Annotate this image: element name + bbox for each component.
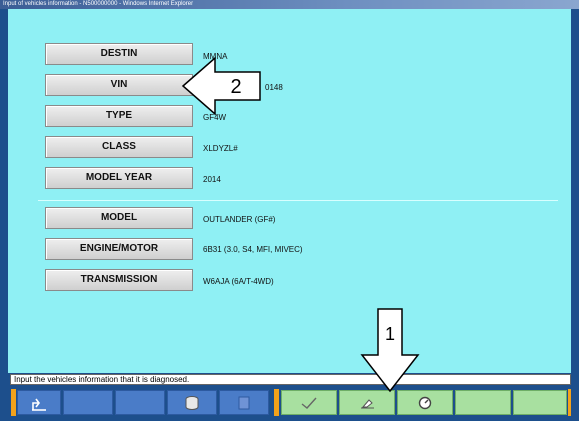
type-button[interactable]: TYPE — [45, 105, 193, 127]
toolbar-blank-2[interactable] — [115, 390, 165, 415]
vin-button[interactable]: VIN — [45, 74, 193, 96]
transmission-value: W6AJA (6A/T-4WD) — [203, 277, 274, 286]
database-button[interactable] — [167, 390, 217, 415]
callout-number-2: 2 — [230, 76, 241, 98]
engine-motor-button[interactable]: ENGINE/MOTOR — [45, 238, 193, 260]
status-bar: Input the vehicles information that it i… — [10, 374, 571, 385]
model-year-button[interactable]: MODEL YEAR — [45, 167, 193, 189]
engine-motor-value: 6B31 (3.0, S4, MFI, MIVEC) — [203, 245, 303, 254]
model-year-value: 2014 — [203, 175, 221, 184]
model-value: OUTLANDER (GF#) — [203, 215, 276, 224]
confirm-icon — [301, 397, 317, 409]
back-button[interactable] — [17, 390, 61, 415]
toolbar-blank-3[interactable] — [455, 390, 511, 415]
section-divider — [38, 200, 558, 201]
toolbar-separator — [568, 389, 571, 416]
vin-value: 0148 — [265, 83, 283, 92]
toolbar-blank-1[interactable] — [63, 390, 113, 415]
history-icon — [418, 396, 432, 410]
model-button[interactable]: MODEL — [45, 207, 193, 229]
callout-number-1: 1 — [385, 324, 395, 344]
transmission-button[interactable]: TRANSMISSION — [45, 269, 193, 291]
content-panel: DESTIN MMNA VIN 0148 TYPE GF4W CLASS XLD… — [8, 9, 571, 373]
toolbar-blank-4[interactable] — [513, 390, 567, 415]
confirm-button[interactable] — [281, 390, 337, 415]
class-value: XLDYZL# — [203, 144, 238, 153]
back-icon — [32, 398, 46, 411]
bottom-toolbar — [8, 387, 571, 417]
toolbar-separator — [11, 389, 16, 416]
history-button[interactable] — [397, 390, 453, 415]
help-icon — [238, 396, 250, 410]
clear-button[interactable] — [339, 390, 395, 415]
help-button[interactable] — [219, 390, 269, 415]
class-button[interactable]: CLASS — [45, 136, 193, 158]
callout-arrow-1: 1 — [360, 308, 420, 393]
eraser-icon — [361, 399, 374, 409]
callout-arrow-2: 2 — [181, 56, 261, 116]
destin-button[interactable]: DESTIN — [45, 43, 193, 65]
window-title: Input of vehicles information - N5000000… — [0, 0, 579, 9]
toolbar-separator — [274, 389, 279, 416]
database-icon — [185, 396, 199, 410]
